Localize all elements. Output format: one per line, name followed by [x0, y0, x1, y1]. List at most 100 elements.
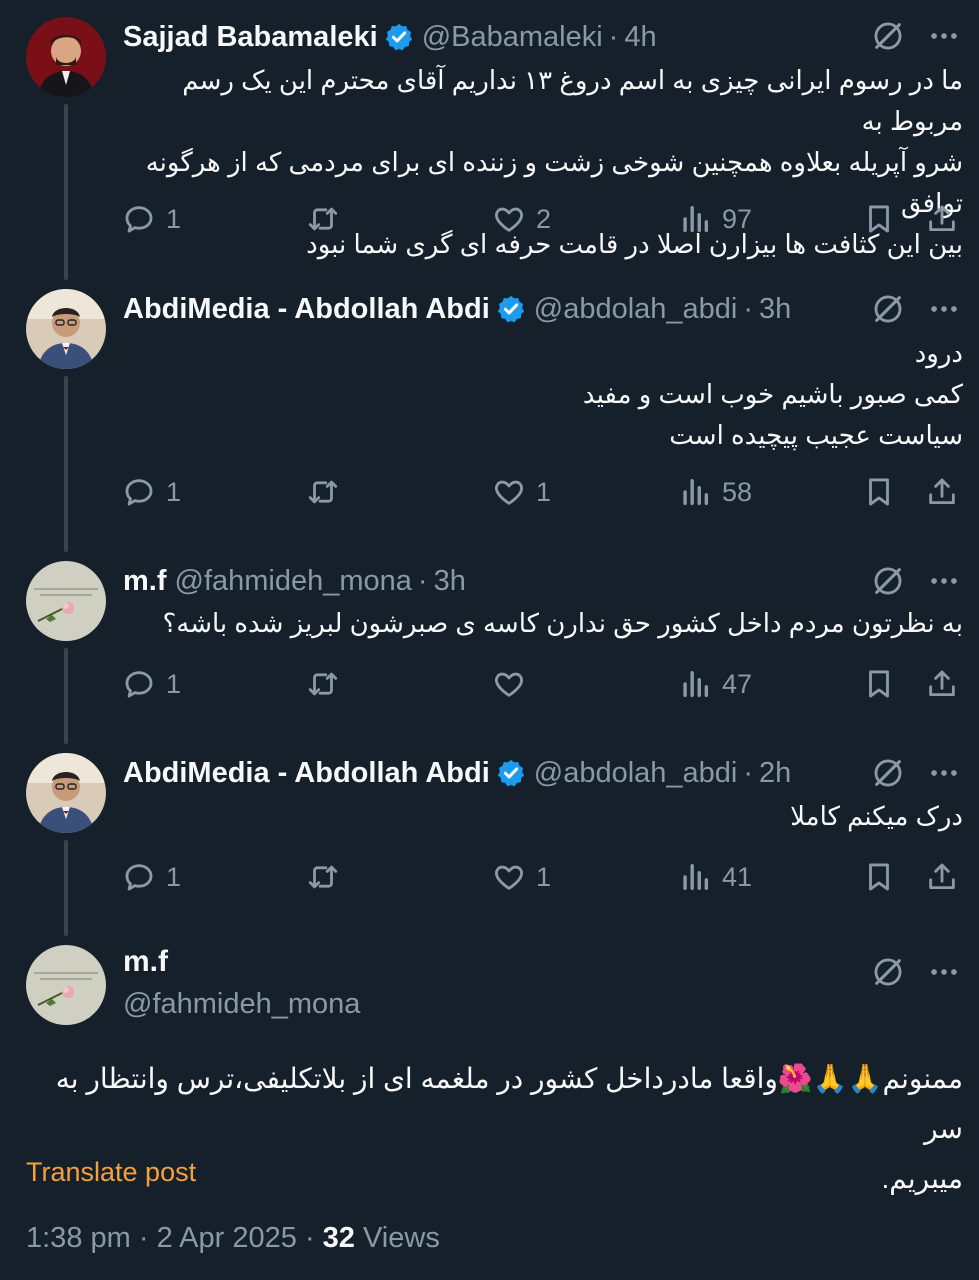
- avatar[interactable]: [26, 17, 106, 97]
- header-actions: [871, 955, 961, 989]
- grok-icon[interactable]: [871, 564, 905, 598]
- like-icon: [492, 860, 526, 894]
- author-handle[interactable]: @fahmideh_mona: [175, 565, 412, 598]
- reply-button[interactable]: 1: [122, 475, 181, 509]
- tweet-time[interactable]: 3h: [434, 565, 466, 598]
- like-button[interactable]: [492, 667, 536, 701]
- header-actions: [871, 292, 961, 326]
- reply-button[interactable]: 1: [122, 202, 181, 236]
- bookmark-button[interactable]: [862, 860, 896, 894]
- header-actions: [871, 564, 961, 598]
- like-icon: [492, 667, 526, 701]
- reply-icon: [122, 667, 156, 701]
- author-name[interactable]: AbdiMedia - Abdollah Abdi: [123, 293, 490, 326]
- action-bar: 1 2 97: [122, 202, 961, 246]
- tweet-timestamp[interactable]: 1:38 pm: [26, 1222, 131, 1254]
- retweet-icon: [306, 860, 340, 894]
- grok-icon[interactable]: [871, 955, 905, 989]
- action-bar: 1 1 58: [122, 475, 961, 519]
- share-button[interactable]: [925, 475, 959, 509]
- author-handle[interactable]: @abdolah_abdi: [534, 757, 738, 790]
- share-icon: [925, 475, 959, 509]
- author-name[interactable]: AbdiMedia - Abdollah Abdi: [123, 757, 490, 790]
- bookmark-button[interactable]: [862, 202, 896, 236]
- separator-dot: ·: [138, 1222, 157, 1254]
- bookmark-button[interactable]: [862, 667, 896, 701]
- separator-dot: ·: [743, 292, 754, 325]
- grok-icon[interactable]: [871, 756, 905, 790]
- retweet-icon: [306, 667, 340, 701]
- author-handle[interactable]: @Babamaleki: [422, 21, 603, 54]
- tweet-text-line: ممنونم🙏🙏🌺واقعا مادرداخل کشور در ملغمه ای…: [55, 1063, 963, 1144]
- share-button[interactable]: [925, 202, 959, 236]
- tweet-time[interactable]: 3h: [759, 293, 791, 326]
- avatar[interactable]: [26, 561, 106, 641]
- like-count: 1: [536, 476, 552, 507]
- retweet-icon: [306, 202, 340, 236]
- tweet-header: AbdiMedia - Abdollah Abdi @abdolah_abdi …: [123, 753, 859, 793]
- reply-button[interactable]: 1: [122, 860, 181, 894]
- author-name[interactable]: m.f: [123, 945, 168, 979]
- views-icon: [678, 667, 712, 701]
- author-handle[interactable]: @abdolah_abdi: [534, 293, 738, 326]
- thread-line: [64, 376, 68, 552]
- retweet-button[interactable]: [306, 860, 350, 894]
- tweet-text-line: سیاست عجیب پیچیده است: [669, 420, 963, 450]
- more-icon[interactable]: [927, 292, 961, 326]
- avatar[interactable]: [26, 945, 106, 1025]
- tweet-text-line: ما در رسوم ایرانی چیزی به اسم دروغ ۱۳ ند…: [182, 65, 963, 136]
- views-total: 32: [322, 1222, 355, 1254]
- bookmark-icon: [862, 860, 896, 894]
- author-handle[interactable]: @fahmideh_mona: [123, 988, 360, 1021]
- like-button[interactable]: 1: [492, 475, 551, 509]
- more-icon[interactable]: [927, 19, 961, 53]
- more-icon[interactable]: [927, 564, 961, 598]
- tweet-text-line: به نظرتون مردم داخل کشور حق ندارن کاسه ی…: [162, 608, 963, 638]
- tweet-header: m.f @fahmideh_mona · 3h: [123, 561, 859, 601]
- tweet-text: درود کمی صبور باشیم خوب است و مفید سیاست…: [120, 333, 963, 456]
- retweet-button[interactable]: [306, 475, 350, 509]
- tweet-date[interactable]: 2 Apr 2025: [157, 1222, 297, 1254]
- share-icon: [925, 667, 959, 701]
- views-count: 97: [722, 203, 753, 234]
- tweet-header: Sajjad Babamaleki @Babamaleki · 4h: [123, 17, 859, 57]
- retweet-button[interactable]: [306, 202, 350, 236]
- thread-line: [64, 104, 68, 280]
- views-button[interactable]: 58: [678, 475, 752, 509]
- avatar[interactable]: [26, 289, 106, 369]
- views-button[interactable]: 97: [678, 202, 752, 236]
- grok-icon[interactable]: [871, 19, 905, 53]
- separator-dot: ·: [608, 20, 619, 53]
- retweet-icon: [306, 475, 340, 509]
- avatar[interactable]: [26, 753, 106, 833]
- separator-dot: ·: [417, 564, 428, 597]
- views-icon: [678, 202, 712, 236]
- more-icon[interactable]: [927, 955, 961, 989]
- tweet-time[interactable]: 4h: [624, 21, 656, 54]
- grok-icon[interactable]: [871, 292, 905, 326]
- translate-post-link[interactable]: Translate post: [26, 1157, 196, 1188]
- like-button[interactable]: 1: [492, 860, 551, 894]
- like-icon: [492, 475, 526, 509]
- action-bar: 1 47: [122, 667, 961, 711]
- reply-count: 1: [166, 861, 182, 892]
- bookmark-icon: [862, 667, 896, 701]
- views-count: 58: [722, 476, 753, 507]
- reply-button[interactable]: 1: [122, 667, 181, 701]
- author-name[interactable]: Sajjad Babamaleki: [123, 21, 378, 54]
- reply-count: 1: [166, 476, 182, 507]
- verified-badge-icon: [496, 758, 526, 788]
- views-icon: [678, 860, 712, 894]
- author-name[interactable]: m.f: [123, 565, 167, 598]
- bookmark-button[interactable]: [862, 475, 896, 509]
- views-button[interactable]: 41: [678, 860, 752, 894]
- tweet-time[interactable]: 2h: [759, 757, 791, 790]
- tweet-header: AbdiMedia - Abdollah Abdi @abdolah_abdi …: [123, 289, 859, 329]
- like-button[interactable]: 2: [492, 202, 551, 236]
- share-button[interactable]: [925, 860, 959, 894]
- share-button[interactable]: [925, 667, 959, 701]
- views-button[interactable]: 47: [678, 667, 752, 701]
- more-icon[interactable]: [927, 756, 961, 790]
- retweet-button[interactable]: [306, 667, 350, 701]
- tweet-text: درک میکنم کاملا: [120, 796, 963, 837]
